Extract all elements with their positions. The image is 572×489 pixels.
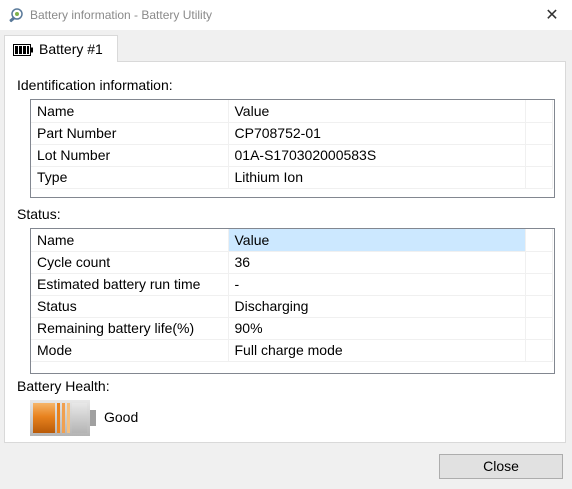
battery-health-icon (30, 400, 96, 436)
identification-label: Identification information: (17, 77, 173, 93)
column-filler (525, 229, 553, 252)
battery-health-label: Battery Health: (17, 378, 110, 394)
identification-table[interactable]: Name Value Part Number CP708752-01 Lot N… (30, 99, 555, 198)
table-row[interactable]: Part Number CP708752-01 (31, 122, 553, 145)
row-value: Full charge mode (228, 339, 526, 362)
row-value: 36 (228, 251, 526, 274)
column-header-name[interactable]: Name (31, 100, 229, 123)
status-table[interactable]: Name Value Cycle count 36 Estimated batt… (30, 228, 555, 374)
row-value: Discharging (228, 295, 526, 318)
row-name: Status (31, 295, 229, 318)
row-name: Part Number (31, 122, 229, 145)
row-value: Lithium Ion (228, 166, 526, 189)
row-name: Type (31, 166, 229, 189)
tab-label: Battery #1 (39, 41, 103, 57)
table-row[interactable]: Remaining battery life(%) 90% (31, 317, 553, 340)
column-header-value[interactable]: Value (228, 229, 526, 252)
row-value: CP708752-01 (228, 122, 526, 145)
column-header-name[interactable]: Name (31, 229, 229, 252)
table-header-row: Name Value (31, 229, 553, 252)
row-name: Estimated battery run time (31, 273, 229, 296)
table-row[interactable]: Lot Number 01A-S170302000583S (31, 144, 553, 167)
table-header-row: Name Value (31, 100, 553, 123)
table-row[interactable]: Status Discharging (31, 295, 553, 318)
table-row[interactable]: Mode Full charge mode (31, 339, 553, 362)
row-value: 90% (228, 317, 526, 340)
table-row[interactable]: Type Lithium Ion (31, 166, 553, 189)
battery-information-window: Battery information - Battery Utility ✕ … (0, 0, 572, 489)
row-name: Remaining battery life(%) (31, 317, 229, 340)
battery-icon (13, 43, 33, 56)
row-value: 01A-S170302000583S (228, 144, 526, 167)
row-value: - (228, 273, 526, 296)
battery-health-value: Good (104, 409, 139, 425)
table-row[interactable]: Cycle count 36 (31, 251, 553, 274)
status-label: Status: (17, 206, 61, 222)
tab-battery-1[interactable]: Battery #1 (4, 35, 118, 62)
close-icon[interactable]: ✕ (540, 5, 564, 25)
table-row[interactable]: Estimated battery run time - (31, 273, 553, 296)
window-title: Battery information - Battery Utility (30, 8, 213, 22)
close-button[interactable]: Close (439, 454, 563, 479)
column-header-value[interactable]: Value (228, 100, 526, 123)
title-bar: Battery information - Battery Utility ✕ (0, 0, 572, 30)
row-name: Cycle count (31, 251, 229, 274)
battery-utility-icon (8, 7, 24, 23)
row-name: Lot Number (31, 144, 229, 167)
row-name: Mode (31, 339, 229, 362)
column-filler (525, 100, 553, 123)
